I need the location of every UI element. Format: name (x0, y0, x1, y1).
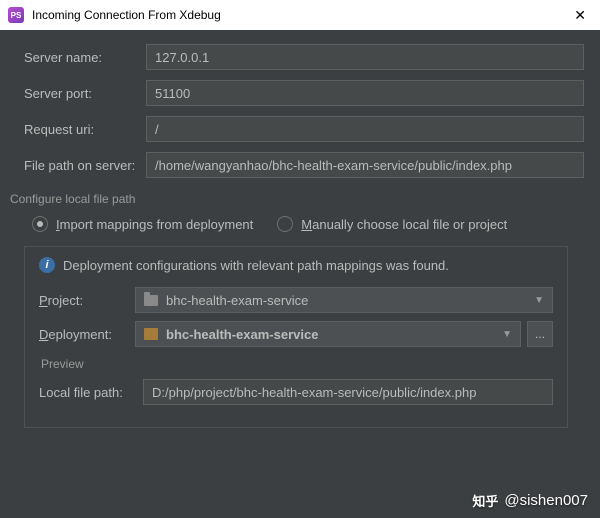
radio-import-mappings[interactable]: Import mappings from deployment (32, 216, 253, 232)
configure-section-label: Configure local file path (10, 192, 584, 206)
preview-label: Preview (41, 357, 553, 371)
folder-icon (144, 295, 158, 306)
server-name-input[interactable] (146, 44, 584, 70)
radio-unselected-icon (277, 216, 293, 232)
phpstorm-app-icon: PS (8, 7, 24, 23)
radio-manual-choose[interactable]: Manually choose local file or project (277, 216, 507, 232)
project-select[interactable]: bhc-health-exam-service ▼ (135, 287, 553, 313)
server-icon (144, 328, 158, 340)
request-uri-label: Request uri: (24, 122, 146, 137)
close-icon[interactable]: ✕ (568, 7, 592, 24)
deployment-label: Deployment: (39, 327, 135, 342)
project-value: bhc-health-exam-service (166, 293, 308, 308)
info-message: i Deployment configurations with relevan… (39, 257, 553, 273)
server-port-row: Server port: (0, 80, 584, 106)
radio-selected-icon (32, 216, 48, 232)
zhihu-logo: 知乎 (472, 491, 498, 510)
request-uri-row: Request uri: (0, 116, 584, 142)
radio-group: Import mappings from deployment Manually… (0, 216, 584, 232)
dialog-content: Server name: Server port: Request uri: F… (0, 30, 600, 428)
titlebar: PS Incoming Connection From Xdebug ✕ (0, 0, 600, 30)
deployment-select[interactable]: bhc-health-exam-service ▼ (135, 321, 521, 347)
server-name-row: Server name: (0, 44, 584, 70)
project-label: Project: (39, 293, 135, 308)
deployment-value: bhc-health-exam-service (166, 327, 318, 342)
watermark: 知乎 @sishen007 (472, 491, 588, 510)
local-file-path-input[interactable] (143, 379, 553, 405)
window-title: Incoming Connection From Xdebug (32, 8, 568, 22)
watermark-text: @sishen007 (504, 492, 588, 509)
file-path-server-label: File path on server: (24, 158, 146, 173)
chevron-down-icon: ▼ (534, 295, 544, 306)
file-path-server-row: File path on server: (0, 152, 584, 178)
deployment-row: Deployment: bhc-health-exam-service ▼ ..… (39, 321, 553, 347)
deployment-panel: i Deployment configurations with relevan… (24, 246, 568, 428)
radio-manual-label: Manually choose local file or project (301, 217, 507, 232)
project-row: Project: bhc-health-exam-service ▼ (39, 287, 553, 313)
radio-import-label: Import mappings from deployment (56, 217, 253, 232)
server-port-input[interactable] (146, 80, 584, 106)
server-port-label: Server port: (24, 86, 146, 101)
info-text: Deployment configurations with relevant … (63, 258, 449, 273)
server-name-label: Server name: (24, 50, 146, 65)
info-icon: i (39, 257, 55, 273)
local-file-path-label: Local file path: (39, 385, 143, 400)
local-file-path-row: Local file path: (39, 379, 553, 405)
chevron-down-icon: ▼ (502, 329, 512, 340)
request-uri-input[interactable] (146, 116, 584, 142)
deployment-browse-button[interactable]: ... (527, 321, 553, 347)
file-path-server-input[interactable] (146, 152, 584, 178)
